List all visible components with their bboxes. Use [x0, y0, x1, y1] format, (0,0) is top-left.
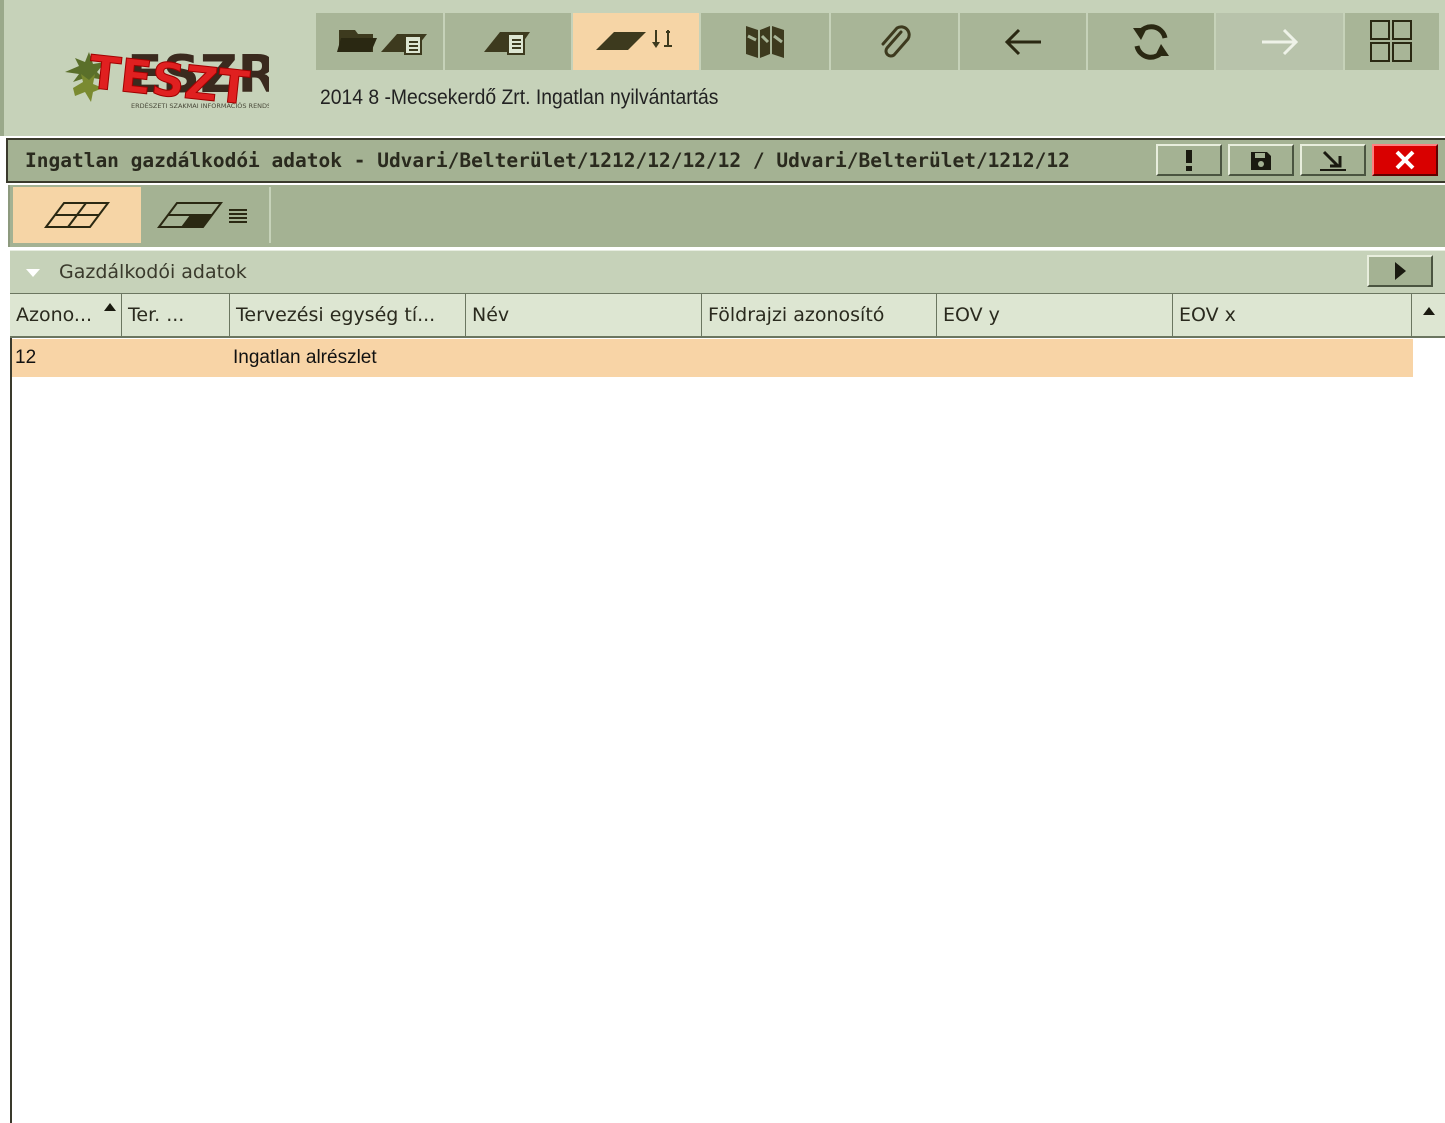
view-toolbar — [8, 185, 1445, 247]
cell-tervezesi-egyseg: Ingatlan alrészlet — [233, 347, 377, 368]
column-header-tervezesi-egyseg[interactable]: Tervezési egység tí... — [230, 294, 466, 337]
close-icon — [1395, 150, 1415, 170]
save-icon — [1251, 152, 1271, 170]
layout-button[interactable] — [1345, 13, 1441, 70]
window-titlebar: Ingatlan gazdálkodói adatok - Udvari/Bel… — [6, 138, 1445, 183]
scroll-up-icon — [1423, 307, 1435, 315]
parcel-document-icon — [484, 31, 530, 55]
column-header-eov-x[interactable]: EOV x — [1173, 294, 1412, 337]
attachment-button[interactable] — [831, 13, 960, 70]
parcel-list-button[interactable] — [141, 187, 271, 243]
parcel-sort-button[interactable] — [573, 13, 701, 70]
column-header-label: Név — [472, 304, 510, 326]
parcel-sort-icon — [596, 29, 672, 50]
column-header-azonosito[interactable]: Azono... — [10, 294, 122, 337]
exclamation-icon — [1186, 150, 1192, 171]
alert-button[interactable] — [1156, 144, 1222, 176]
parcel-grid-button[interactable] — [13, 187, 141, 243]
column-header-label: Tervezési egység tí... — [236, 304, 436, 326]
parcel-document-button[interactable] — [445, 13, 573, 70]
column-header-eov-y[interactable]: EOV y — [937, 294, 1173, 337]
main-toolbar — [316, 13, 1445, 70]
column-header-nev[interactable]: Név — [466, 294, 702, 337]
window-title: Ingatlan gazdálkodói adatok - Udvari/Bel… — [25, 149, 1070, 172]
back-button[interactable] — [960, 13, 1088, 70]
app-header: ESZR TESZT ERDÉSZETI SZAKMAI INFORMÁCIÓS… — [0, 0, 1445, 136]
table-row[interactable]: 12 Ingatlan alrészlet — [12, 339, 1413, 377]
parcel-grid-icon — [44, 202, 110, 228]
teszt-logo: ESZR TESZT ERDÉSZETI SZAKMAI INFORMÁCIÓS… — [59, 38, 269, 116]
map-button[interactable] — [701, 13, 831, 70]
expand-button[interactable] — [1367, 255, 1433, 287]
organization-subtitle: 2014 8 -Mecsekerdő Zrt. Ingatlan nyilván… — [320, 86, 719, 109]
play-right-icon — [1395, 262, 1406, 280]
paperclip-icon — [881, 24, 911, 57]
svg-text:ERDÉSZETI SZAKMAI INFORMÁCIÓS: ERDÉSZETI SZAKMAI INFORMÁCIÓS RENDSZER — [131, 101, 269, 110]
grid-layout-icon — [1370, 19, 1412, 62]
sort-ascending-icon — [104, 303, 116, 311]
column-header-label: Földrajzi azonosító — [708, 304, 885, 326]
minimize-icon — [1320, 150, 1346, 171]
refresh-icon — [1133, 23, 1169, 60]
column-header-label: EOV y — [943, 304, 1000, 326]
forward-button[interactable] — [1216, 13, 1345, 70]
refresh-button[interactable] — [1088, 13, 1216, 70]
grid-body: 12 Ingatlan alrészlet — [10, 338, 1445, 1123]
section-label: Gazdálkodói adatok — [59, 261, 247, 283]
section-header[interactable]: Gazdálkodói adatok — [10, 250, 1445, 293]
column-header-label: EOV x — [1179, 304, 1236, 326]
parcel-list-icon — [157, 202, 247, 228]
minimize-button[interactable] — [1300, 144, 1366, 176]
arrow-left-icon — [1004, 28, 1041, 55]
open-folder-document-icon — [336, 29, 427, 55]
save-button[interactable] — [1228, 144, 1294, 176]
collapse-triangle-icon[interactable] — [25, 268, 41, 278]
scroll-up-button[interactable] — [1412, 294, 1445, 337]
column-header-label: Ter. ... — [128, 304, 185, 326]
open-folder-document-button[interactable] — [316, 13, 445, 70]
map-icon — [746, 25, 784, 58]
close-button[interactable] — [1372, 144, 1438, 176]
column-header-foldrajzi-azonosito[interactable]: Földrajzi azonosító — [702, 294, 937, 337]
column-header-ter[interactable]: Ter. ... — [122, 294, 230, 337]
column-header-label: Azono... — [16, 304, 93, 326]
cell-azonosito: 12 — [15, 347, 37, 368]
grid-header: Azono... Ter. ... Tervezési egység tí...… — [10, 293, 1445, 338]
arrow-right-icon — [1261, 28, 1298, 55]
